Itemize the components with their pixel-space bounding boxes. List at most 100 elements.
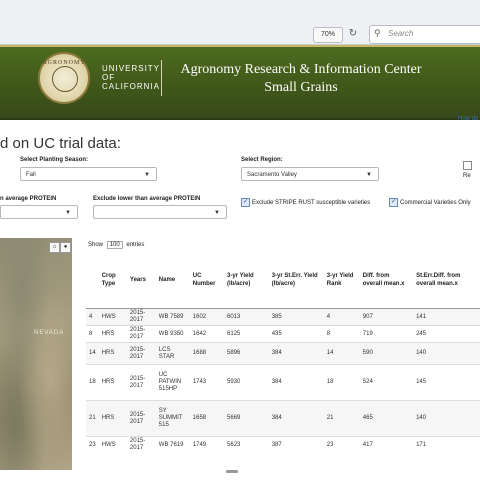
table-row[interactable]: 23 HWS 2015-2017 WB 7619 1749 5623 387 23 417 171	[86, 436, 480, 454]
page-headline: d on UC trial data:	[0, 135, 121, 152]
show-suffix: entries	[126, 242, 145, 248]
cell-sterr-diff: 145	[413, 364, 480, 401]
column-header-yield-sterr[interactable]: 3-yr St.Err. Yield (lb/acre)	[268, 252, 324, 309]
results-table: Crop Type Years Name UC Number 3-yr Yiel…	[86, 252, 480, 454]
cell-years: 2015-2017	[126, 436, 156, 454]
table-row[interactable]: 21 HRS 2015-2017 SY SUMMIT 515 1658 5669 384 21…	[86, 400, 480, 437]
uc-line1: UNIVERSITY	[102, 64, 161, 73]
cell-uc-number: 1658	[189, 400, 225, 437]
right-checkbox[interactable]: Re	[463, 161, 480, 181]
cell-diff-mean: 907	[359, 308, 414, 326]
cell-years: 2015-2017	[126, 364, 156, 401]
column-header-sterr-diff[interactable]: St.Err.Diff. from overall mean.x	[413, 252, 480, 309]
region-label: Select Region:	[241, 157, 283, 163]
cell-diff-mean: 524	[359, 364, 414, 401]
cell-uc-number: 1688	[189, 342, 225, 365]
table-row[interactable]: 18 HRS 2015-2017 UC PATWIN 515HP 1743 5930 384…	[86, 364, 480, 401]
refresh-icon[interactable]: ↻	[346, 27, 360, 41]
cell-yield-sterr: 384	[268, 342, 324, 365]
cell-diff-mean: 417	[359, 436, 414, 454]
cell-yield-sterr: 385	[268, 308, 324, 326]
cell-yield-sterr: 384	[268, 364, 324, 401]
cell-diff-mean: 590	[359, 342, 414, 365]
column-header-yield[interactable]: 3-yr Yield (lb/acre)	[224, 252, 269, 309]
stripe-rust-label: Exclude STRIPE RUST susceptible varietie…	[252, 200, 371, 207]
cell-yield-sterr: 435	[268, 325, 324, 343]
how-to-link[interactable]: How do	[458, 116, 478, 122]
chevron-down-icon: ▼	[65, 210, 71, 216]
cell-yield: 5896	[224, 342, 269, 365]
cell-index: 18	[86, 364, 99, 401]
exclude-protein-select[interactable]: ▼	[93, 205, 227, 219]
cell-yield: 5669	[224, 400, 269, 437]
banner-divider	[161, 60, 162, 96]
horizontal-scrollbar[interactable]	[226, 470, 238, 473]
checkbox-checked-icon: ✓	[241, 198, 250, 207]
table-row[interactable]: 8 HRS 2015-2017 WB 9350 1642 6125 435 8 719 245	[86, 325, 480, 343]
cell-yield-rank: 23	[323, 436, 360, 454]
planting-season-value: Fall	[26, 172, 36, 178]
column-header-crop-type[interactable]: Crop Type	[98, 252, 127, 309]
banner-title-line2: Small Grains	[264, 80, 338, 95]
planting-season-select[interactable]: Fall ▼	[20, 167, 157, 181]
entries-length-select[interactable]: 100	[106, 241, 123, 249]
chevron-down-icon: ▼	[214, 210, 220, 216]
uc-line3: CALIFORNIA	[102, 82, 161, 91]
cell-sterr-diff: 140	[413, 342, 480, 365]
cell-uc-number: 1743	[189, 364, 225, 401]
column-header-uc-number[interactable]: UC Number	[189, 252, 225, 309]
browser-search-input[interactable]: ⚲ Search	[369, 25, 480, 44]
checkbox-icon	[463, 161, 472, 170]
banner-title-line1: Agronomy Research & Information Center	[180, 62, 422, 77]
cell-yield-rank: 14	[323, 342, 360, 365]
cell-diff-mean: 465	[359, 400, 414, 437]
column-header-index[interactable]	[86, 252, 99, 309]
agronomy-seal-logo[interactable]: AGRONOMY	[38, 52, 90, 104]
protein-label: n average PROTEIN	[0, 196, 57, 202]
seal-emblem	[52, 66, 78, 92]
satellite-map[interactable]: ⌂ ● NEVADA	[0, 238, 72, 470]
cell-name: SY SUMMIT 515	[155, 400, 190, 437]
map-state-label: NEVADA	[34, 330, 65, 336]
table-header-row: Crop Type Years Name UC Number 3-yr Yiel…	[86, 252, 480, 309]
chevron-down-icon: ▼	[144, 172, 150, 178]
cell-yield-rank: 4	[323, 308, 360, 326]
cell-name: WB 9350	[155, 325, 190, 343]
stripe-rust-checkbox[interactable]: ✓ Exclude STRIPE RUST susceptible varieti…	[241, 198, 370, 208]
browser-toolbar: 70% ↻ ⚲ Search	[0, 0, 480, 45]
search-icon: ⚲	[374, 28, 381, 38]
cell-crop-type: HRS	[98, 400, 127, 437]
cell-uc-number: 1602	[189, 308, 225, 326]
map-pin-icon[interactable]: ●	[60, 242, 71, 253]
banner-title: Agronomy Research & Information Center S…	[172, 61, 430, 97]
cell-crop-type: HRS	[98, 364, 127, 401]
cell-diff-mean: 719	[359, 325, 414, 343]
right-checkbox-label: Re	[463, 173, 471, 180]
column-header-yield-rank[interactable]: 3-yr Yield Rank	[323, 252, 360, 309]
cell-years: 2015-2017	[126, 400, 156, 437]
uc-line2: OF	[102, 73, 116, 82]
cell-index: 4	[86, 308, 99, 326]
cell-yield-rank: 21	[323, 400, 360, 437]
table-row[interactable]: 4 HWS 2015-2017 WB 7589 1602 6013 385 4 907 141	[86, 308, 480, 326]
cell-sterr-diff: 140	[413, 400, 480, 437]
column-header-name[interactable]: Name	[155, 252, 190, 309]
column-header-diff-mean[interactable]: Diff. from overall mean.x	[359, 252, 414, 309]
column-header-years[interactable]: Years	[126, 252, 156, 309]
uc-logo-text: UNIVERSITY OF CALIFORNIA	[102, 64, 160, 91]
commercial-only-checkbox[interactable]: ✓ Commercial Varieties Only	[389, 198, 471, 208]
region-select[interactable]: Sacramento Valley ▼	[241, 167, 379, 181]
protein-select[interactable]: ▼	[0, 205, 78, 219]
show-prefix: Show	[88, 242, 104, 248]
checkbox-checked-icon: ✓	[389, 198, 398, 207]
cell-years: 2015-2017	[126, 308, 156, 326]
cell-sterr-diff: 245	[413, 325, 480, 343]
cell-yield-rank: 8	[323, 325, 360, 343]
cell-yield-rank: 18	[323, 364, 360, 401]
zoom-level[interactable]: 70%	[313, 27, 343, 43]
cell-name: LCS STAR	[155, 342, 190, 365]
cell-yield: 5623	[224, 436, 269, 454]
cell-crop-type: HRS	[98, 325, 127, 343]
table-row[interactable]: 14 HRS 2015-2017 LCS STAR 1688 5896 384 14 590 14…	[86, 342, 480, 365]
map-home-icon[interactable]: ⌂	[49, 242, 60, 253]
